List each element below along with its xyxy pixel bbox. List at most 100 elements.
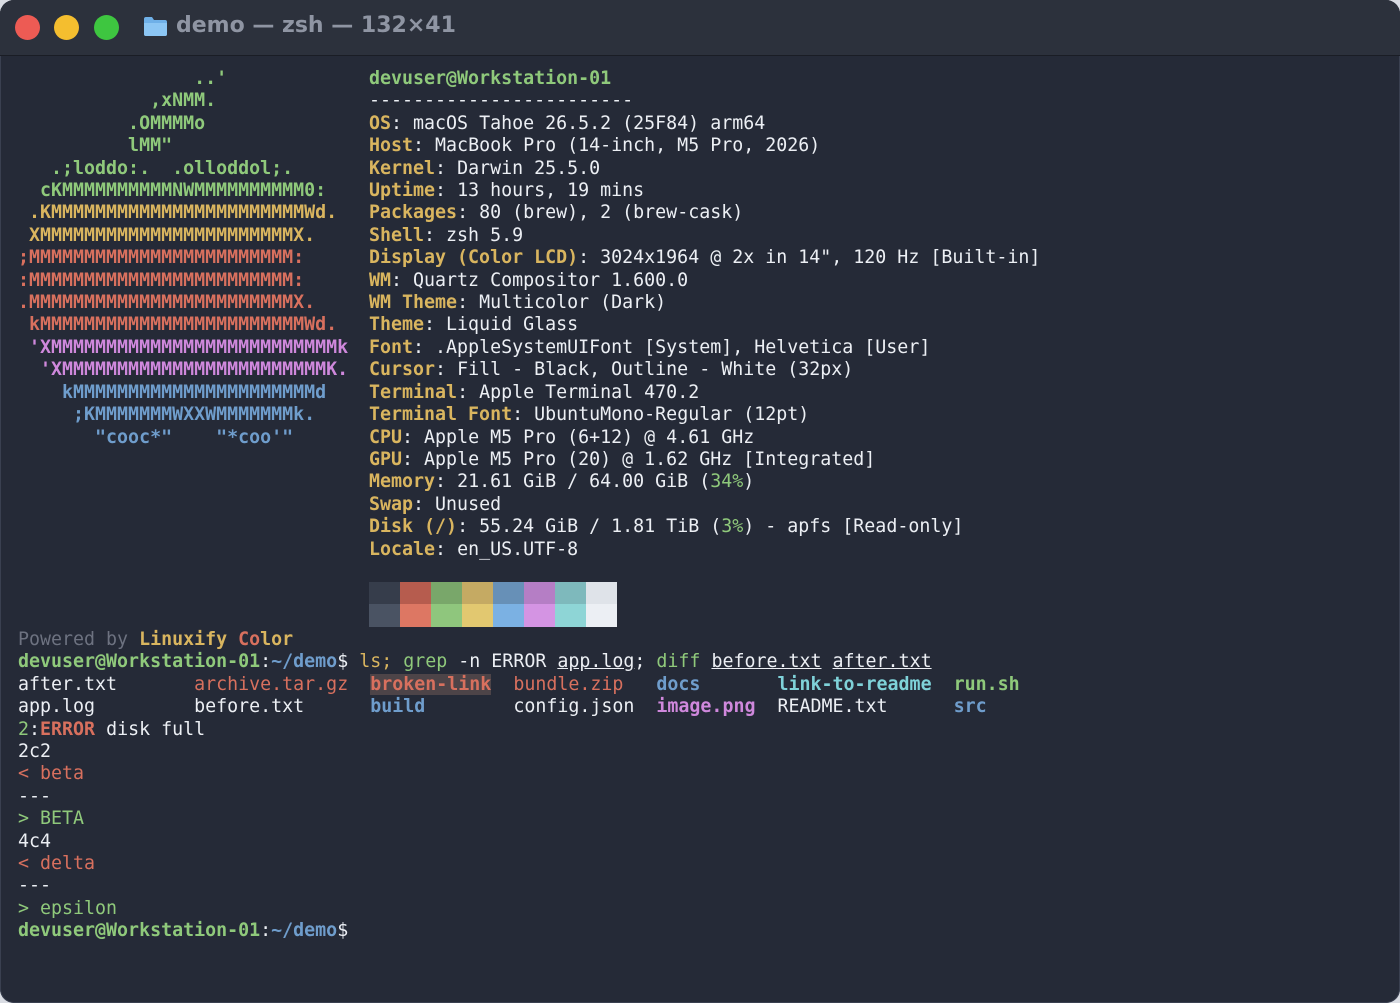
command-space [822,651,833,672]
prompt-user: devuser@Workstation-01 [18,920,261,942]
info-value: 13 hours, 19 mins [457,180,645,202]
info-key: Locale [369,538,436,560]
grep-rest: disk full [95,718,206,740]
info-key: OS [369,112,392,134]
window-title: demo — zsh — 132×41 [176,13,456,38]
ls-entry[interactable]: image.png [656,696,755,717]
info-key: Memory [369,471,436,493]
prompt-user: devuser@Workstation-01 [18,651,261,673]
color-swatch [524,582,555,605]
logo-line: ..' [18,68,228,89]
logo-line: ;MMMMMMMMMMMMMMMMMMMMMMMM: [18,247,305,269]
info-key: Packages [369,202,458,224]
disk-percent: 3% [721,516,744,538]
ls-entry[interactable]: bundle.zip [513,674,623,695]
prompt-symbol: $ [337,651,349,673]
command-file-arg: app.log [557,651,635,673]
grep-match: ERROR [40,718,96,740]
logo-line: kMMMMMMMMMMMMMMMMMMMMMMd [18,381,327,403]
prompt-path: ~/demo [271,920,338,942]
grep-colon: : [29,718,41,740]
diff-line: > BETA [18,808,85,830]
color-swatch [586,604,617,627]
minimize-button[interactable] [54,15,79,40]
color-swatch [462,604,493,627]
brand-lor: lor [260,629,294,650]
info-value: Darwin 25.5.0 [457,157,601,179]
terminal-window: demo — zsh — 132×41 ..' ,xNMM. .OMMMMo l… [0,0,1400,1003]
ls-entry[interactable]: link-to-readme [777,674,931,695]
ascii-logo: ..' ,xNMM. .OMMMMo lMM" .;loddo:. .ollod… [18,68,348,449]
color-swatch [431,604,462,627]
ls-entry[interactable]: config.json [513,696,634,717]
powered-by-text: Powered by [18,629,140,650]
command-ls: ls; [348,651,404,673]
ls-row: after.txt archive.tar.gz broken-link bun… [18,673,1020,695]
command-file-arg: before.txt [711,651,822,673]
color-swatch [555,582,586,605]
info-value: Fill - Black, Outline - White (32px) [457,359,854,381]
ls-entry[interactable]: README.txt [777,696,887,717]
command-diff: diff [656,651,701,673]
logo-line: .KMMMMMMMMMMMMMMMMMMMMMMMWd. [18,202,338,224]
logo-line: 'XMMMMMMMMMMMMMMMMMMMMMMMMK. [18,359,349,381]
color-swatch [400,582,431,605]
info-key: Disk (/) [369,516,458,538]
info-key: WM Theme [369,292,458,314]
color-swatch [524,604,555,627]
memory-value-end: ) [743,471,755,493]
title-bar[interactable]: demo — zsh — 132×41 [0,0,1400,56]
info-key: Terminal Font [369,404,513,426]
info-value: Liquid Glass [446,314,579,336]
locale-value: en_US.UTF-8 [457,538,579,560]
logo-line: ,xNMM. [18,90,217,112]
ls-entry[interactable]: src [954,696,987,717]
info-value: MacBook Pro (14-inch, M5 Pro, 2026) [435,135,821,157]
color-swatch [431,582,462,605]
info-key: Kernel [369,157,436,179]
ls-entry[interactable]: after.txt [18,674,117,695]
zoom-button[interactable] [94,15,119,40]
shell-output[interactable]: Powered by Linuxify Color devuser@Workst… [18,629,1020,943]
info-key: Font [369,336,414,358]
info-key: Shell [369,224,425,246]
info-key: Uptime [369,180,436,202]
folder-icon [144,17,167,36]
info-key: CPU [369,426,403,448]
logo-line: kMMMMMMMMMMMMMMMMMMMMMMMMWd. [18,314,338,336]
info-value: Apple M5 Pro (20) @ 1.62 GHz [Integrated… [424,448,876,470]
logo-line: lMM" [18,135,173,157]
ls-entry[interactable]: broken-link [370,673,492,695]
memory-value: 21.61 GiB / 64.00 GiB ( [457,471,711,493]
ls-entry[interactable]: docs [656,674,700,695]
disk-value-end: ) - apfs [Read-only] [743,516,964,538]
prompt-colon: : [260,920,272,942]
info-value: .AppleSystemUIFont [System], Helvetica [… [435,336,931,358]
ls-entry[interactable]: run.sh [954,674,1020,695]
info-key: Host [369,135,414,157]
logo-line: XMMMMMMMMMMMMMMMMMMMMMMMX. [18,224,316,246]
prompt-path: ~/demo [271,651,338,673]
diff-line: --- [18,785,52,807]
ls-row: app.log before.txt build config.json ima… [18,696,987,717]
ls-entry[interactable]: app.log [18,696,95,717]
ls-entry[interactable]: build [370,696,425,717]
info-key: Theme [369,314,425,336]
logo-line: .MMMMMMMMMMMMMMMMMMMMMMMMX. [18,292,316,314]
info-value: zsh 5.9 [446,224,524,246]
ls-entry[interactable]: archive.tar.gz [194,674,348,695]
color-swatch [586,582,617,605]
command-separator: ; [634,651,657,673]
info-value: 3024x1964 @ 2x in 14", 120 Hz [Built-in] [600,247,1041,269]
info-value: UbuntuMono-Regular (12pt) [534,404,810,426]
color-swatch [493,604,524,627]
logo-line: 'XMMMMMMMMMMMMMMMMMMMMMMMMMMk [18,336,349,358]
system-info[interactable]: devuser@Workstation-01 -----------------… [369,68,1040,561]
info-separator: ------------------------ [369,90,634,112]
close-button[interactable] [15,15,40,40]
info-key: Swap [369,493,414,515]
info-value: 80 (brew), 2 (brew-cask) [479,202,744,224]
prompt-symbol: $ [337,920,349,942]
ls-entry[interactable]: before.txt [194,696,304,717]
color-palette [369,582,617,627]
